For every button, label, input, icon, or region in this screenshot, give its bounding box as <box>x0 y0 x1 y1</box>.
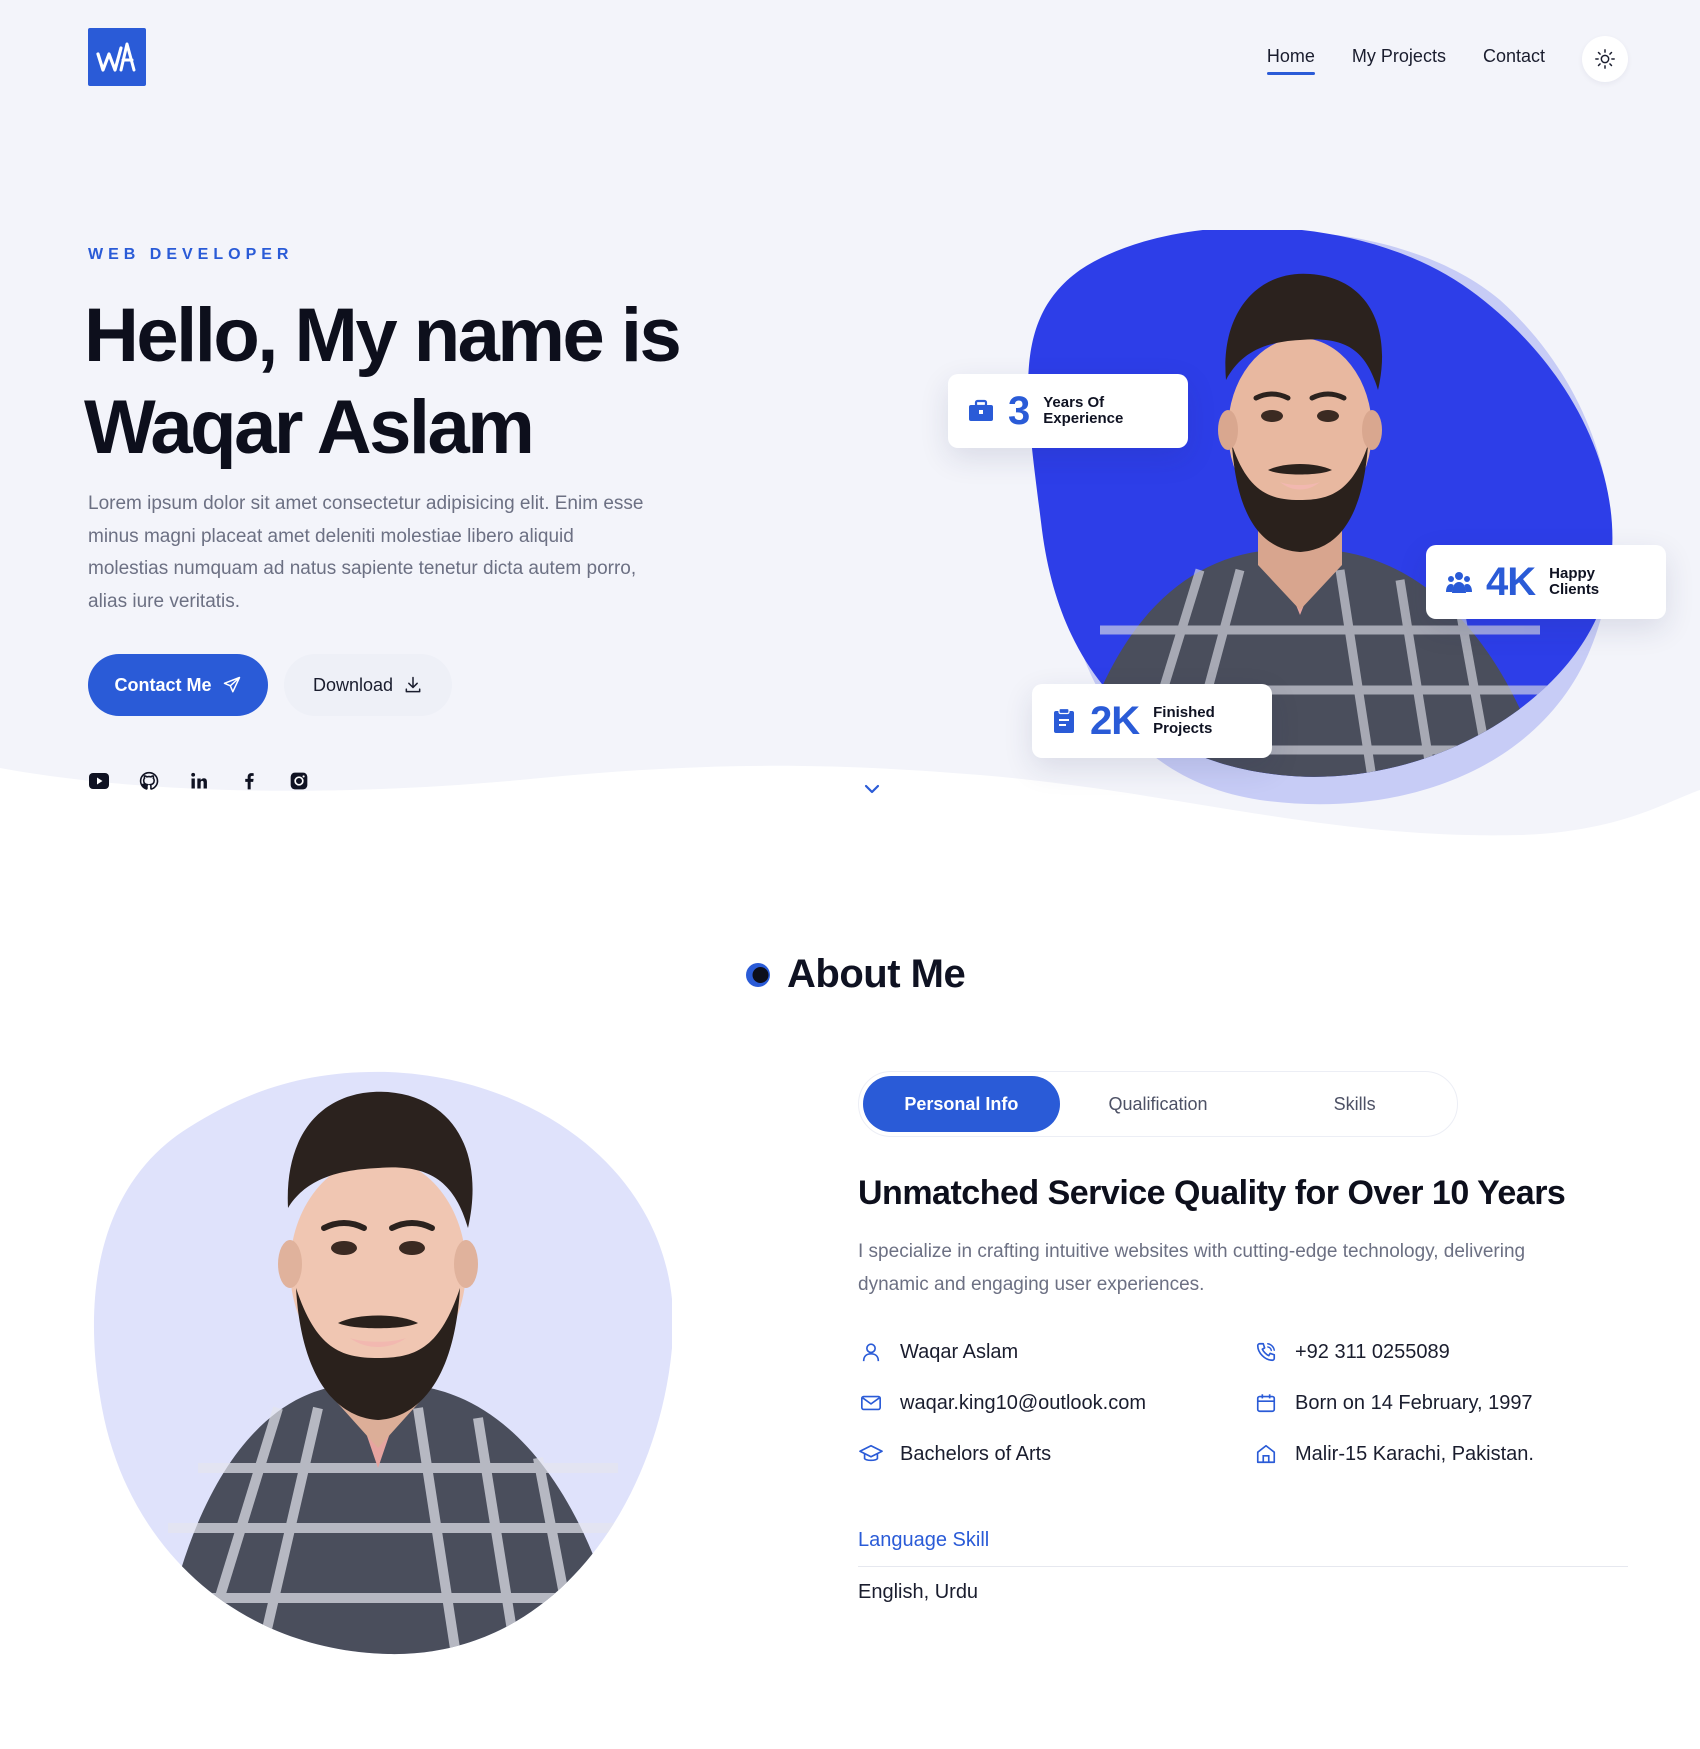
home-icon <box>1253 1441 1279 1467</box>
send-icon <box>223 676 240 693</box>
main-nav: Home My Projects Contact <box>1266 36 1628 82</box>
social-links <box>88 770 310 792</box>
phone-icon <box>1253 1339 1279 1365</box>
stat-label-line2: Experience <box>1043 410 1124 427</box>
site-logo[interactable] <box>88 28 146 86</box>
about-title: About Me <box>787 952 966 996</box>
stat-label-line2: Projects <box>1153 720 1213 737</box>
about-portrait-blob <box>93 1071 672 1655</box>
contact-me-label: Contact Me <box>114 674 212 695</box>
info-name: Waqar Aslam <box>858 1339 1018 1365</box>
nav-home[interactable]: Home <box>1266 46 1315 75</box>
github-icon[interactable] <box>138 770 160 792</box>
hero-title-line1: Hello, My name is <box>84 293 682 378</box>
about-heading: Unmatched Service Quality for Over 10 Ye… <box>858 1174 1566 1212</box>
language-skill-value: English, Urdu <box>858 1581 979 1603</box>
info-birth-value: Born on 14 February, 1997 <box>1295 1391 1533 1414</box>
stat-label-line1: Years Of <box>1043 394 1105 411</box>
info-name-value: Waqar Aslam <box>900 1340 1019 1363</box>
about-tabs: Personal Info Qualification Skills <box>858 1071 1458 1137</box>
scroll-down-chevron-icon[interactable] <box>863 782 881 800</box>
clipboard-icon <box>1054 708 1074 733</box>
tab-skills[interactable]: Skills <box>1256 1076 1453 1132</box>
language-skill-label: Language Skill <box>858 1529 990 1551</box>
contact-me-button[interactable]: Contact Me <box>88 654 268 716</box>
users-icon <box>1446 572 1472 593</box>
info-education-value: Bachelors of Arts <box>900 1442 1052 1465</box>
divider <box>858 1566 1628 1567</box>
stat-label-line1: Happy <box>1549 565 1595 582</box>
hero-title: Hello, My name is Waqar Aslam <box>84 290 764 474</box>
tab-personal-info[interactable]: Personal Info <box>863 1076 1060 1132</box>
tab-qualification[interactable]: Qualification <box>1060 1076 1257 1132</box>
download-label: Download <box>312 674 394 695</box>
stat-label-line1: Finished <box>1153 704 1215 721</box>
hero-description: Lorem ipsum dolor sit amet consectetur a… <box>88 493 644 612</box>
stat-number: 2K <box>1090 698 1140 743</box>
mail-icon <box>858 1390 884 1416</box>
briefcase-icon <box>969 399 993 421</box>
info-address-value: Malir-15 Karachi, Pakistan. <box>1295 1442 1534 1465</box>
hero-title-line2: Waqar Aslam <box>84 385 535 470</box>
linkedin-icon[interactable] <box>188 770 210 792</box>
about-section-title: About Me <box>745 952 966 997</box>
youtube-icon[interactable] <box>88 770 110 792</box>
stat-number: 3 <box>1008 388 1030 433</box>
download-button[interactable]: Download <box>284 654 452 716</box>
stat-card-clients: 4K Happy Clients <box>1426 545 1666 619</box>
info-education: Bachelors of Arts <box>858 1441 1051 1467</box>
stat-card-projects: 2K Finished Projects <box>1032 684 1272 758</box>
nav-my-projects[interactable]: My Projects <box>1352 46 1446 73</box>
info-email: waqar.king10@outlook.com <box>858 1390 1146 1416</box>
about-description: I specialize in crafting intuitive websi… <box>858 1241 1526 1295</box>
download-icon <box>405 676 421 693</box>
info-email-value: waqar.king10@outlook.com <box>900 1391 1146 1414</box>
info-phone-value: +92 311 0255089 <box>1295 1340 1450 1363</box>
calendar-icon <box>1253 1390 1279 1416</box>
section-bullet-icon <box>746 962 770 987</box>
graduation-cap-icon <box>858 1441 884 1467</box>
user-icon <box>858 1339 884 1365</box>
sun-icon <box>1595 49 1615 69</box>
facebook-icon[interactable] <box>238 770 260 792</box>
info-birth: Born on 14 February, 1997 <box>1253 1390 1533 1416</box>
instagram-icon[interactable] <box>288 770 310 792</box>
info-address: Malir-15 Karachi, Pakistan. <box>1253 1441 1534 1467</box>
info-phone: +92 311 0255089 <box>1253 1339 1450 1365</box>
hero-section: Home My Projects Contact WEB DEVELOPER H… <box>0 0 1700 860</box>
stat-number: 4K <box>1486 559 1536 604</box>
stat-label-line2: Clients <box>1549 581 1600 598</box>
nav-contact[interactable]: Contact <box>1483 46 1545 73</box>
hero-eyebrow: WEB DEVELOPER <box>88 246 294 263</box>
stat-card-experience: 3 Years Of Experience <box>948 374 1188 448</box>
theme-toggle-button[interactable] <box>1582 36 1628 82</box>
